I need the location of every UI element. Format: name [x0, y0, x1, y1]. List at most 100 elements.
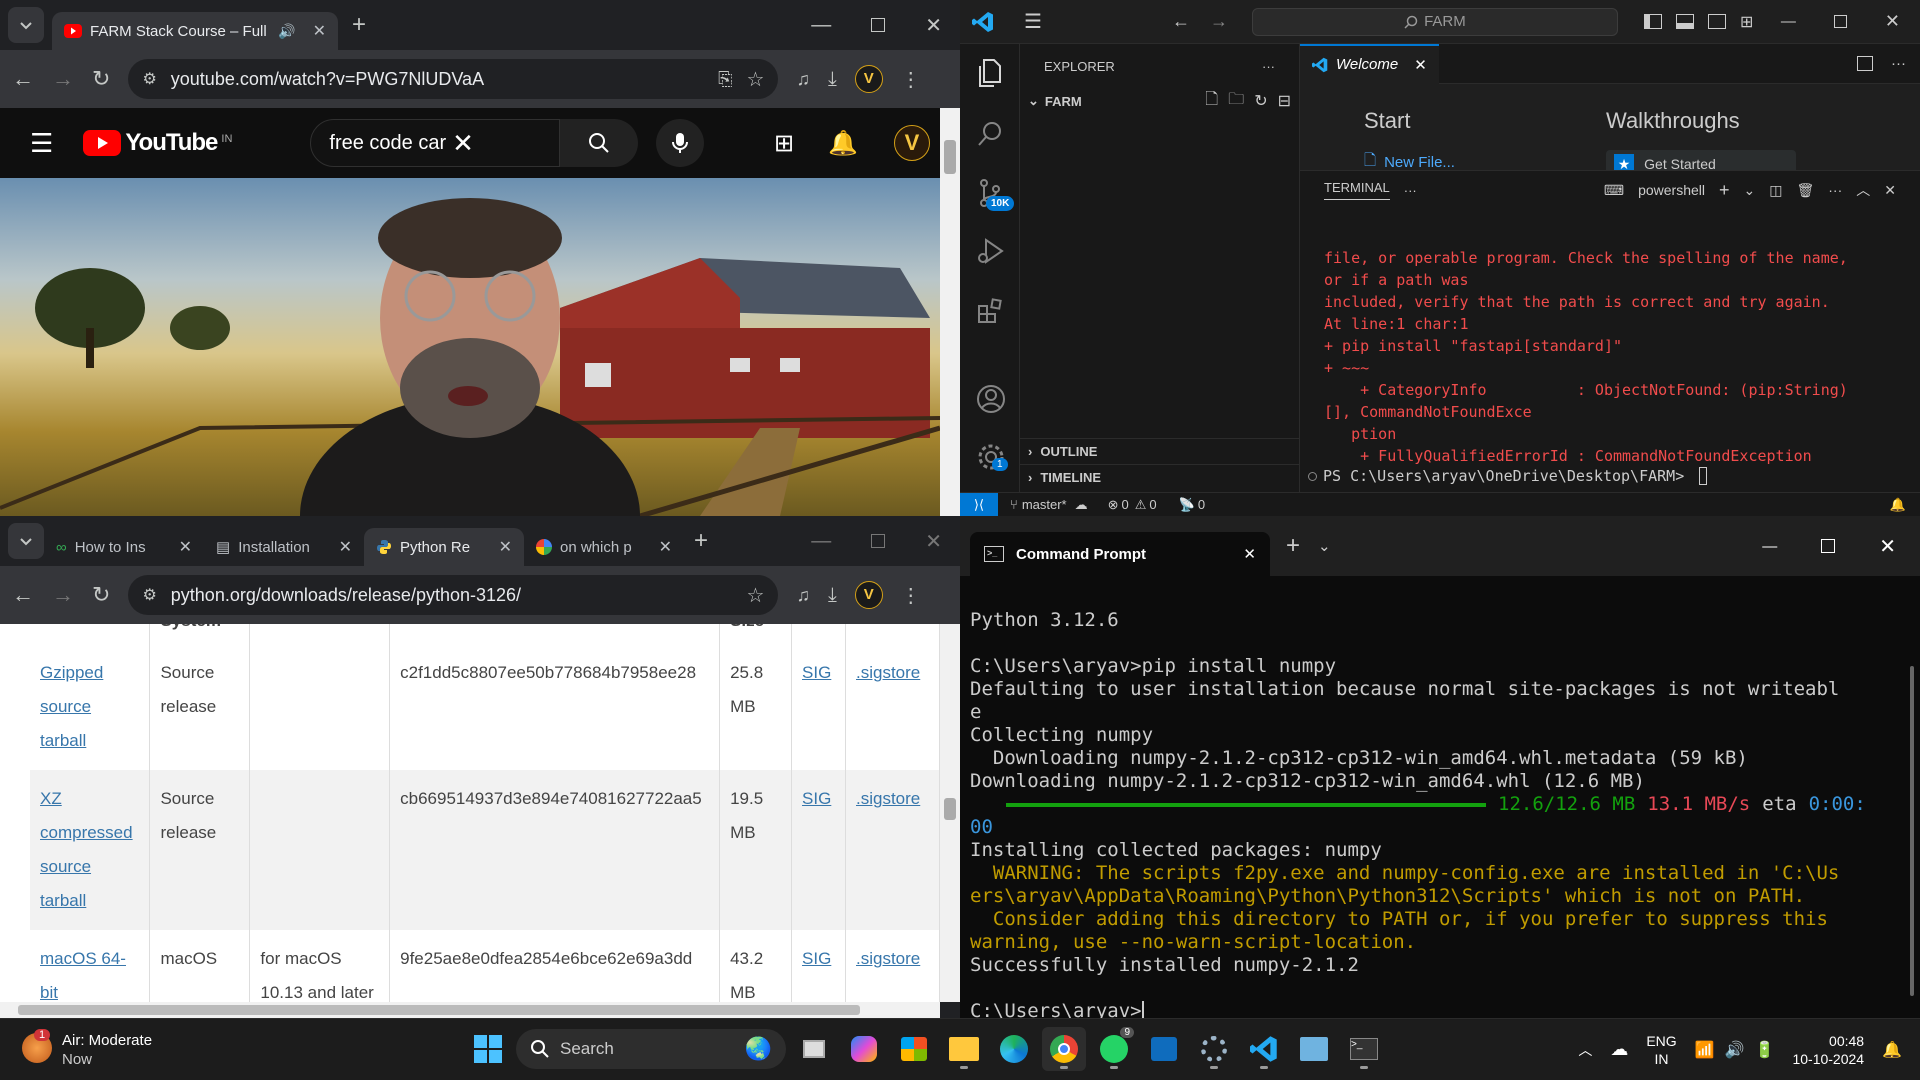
control-panel-icon[interactable] [1292, 1027, 1336, 1071]
nav-forward-icon[interactable]: → [1210, 11, 1228, 32]
youtube-search-input[interactable]: free code car [329, 132, 446, 155]
page-scrollbar[interactable] [940, 624, 960, 1002]
timeline-section[interactable]: › TIMELINE [1020, 464, 1299, 490]
hamburger-menu-icon[interactable]: ☰ [30, 128, 53, 159]
media-control-icon[interactable]: ♫ [796, 585, 810, 606]
source-control-icon[interactable]: 10K [976, 178, 1015, 211]
profile-avatar[interactable]: V [854, 581, 883, 609]
file-explorer-icon[interactable] [942, 1027, 986, 1071]
cmd-scrollbar[interactable] [1910, 666, 1914, 996]
chevron-down-icon[interactable]: ⌄ [1744, 182, 1756, 199]
show-hidden-icons[interactable]: ︿ [1578, 1040, 1592, 1060]
tab-google-search[interactable]: on which p ✕ [524, 528, 684, 566]
quick-settings[interactable]: 📶 🔊 🔋 [1695, 1040, 1775, 1060]
outline-section[interactable]: › OUTLINE [1020, 438, 1299, 464]
new-folder-icon[interactable]: 🗀 [1228, 88, 1244, 115]
reload-icon[interactable]: ↻ [92, 66, 110, 92]
split-editor-icon[interactable] [1857, 56, 1873, 71]
walkthrough-card[interactable]: ★ Get Started [1606, 150, 1796, 170]
store-icon[interactable] [892, 1027, 936, 1071]
maximize-panel-icon[interactable]: ︿ [1856, 180, 1870, 200]
bookmark-star-icon[interactable]: ☆ [747, 583, 765, 608]
extensions-icon[interactable] [976, 296, 1006, 326]
speaker-icon[interactable]: 🔊 [278, 23, 295, 40]
forward-arrow-icon[interactable]: → [52, 66, 74, 92]
run-debug-icon[interactable] [976, 236, 1006, 266]
collapse-all-icon[interactable]: ⊟ [1278, 91, 1291, 111]
sync-icon[interactable]: ☁ [1075, 497, 1088, 513]
reload-icon[interactable]: ↻ [92, 582, 110, 608]
copilot-icon[interactable] [842, 1027, 886, 1071]
tab-search-button[interactable] [8, 7, 44, 43]
whatsapp-icon[interactable]: 9 [1092, 1027, 1136, 1071]
close-tab-icon[interactable]: ✕ [659, 537, 672, 557]
notifications-bell-icon[interactable]: 🔔 [828, 129, 858, 158]
onedrive-icon[interactable]: ☁ [1610, 1039, 1628, 1060]
close-window-button[interactable]: ✕ [925, 13, 942, 38]
tab-how-to-install[interactable]: ∞ How to Ins ✕ [44, 528, 204, 566]
menu-icon[interactable]: ☰ [1024, 9, 1042, 34]
sig-link[interactable]: SIG [802, 663, 831, 682]
command-center-search[interactable]: FARM [1251, 7, 1618, 36]
weather-widget[interactable]: 1 Air: Moderate Now [22, 1028, 152, 1069]
close-tab-icon[interactable]: ✕ [313, 21, 326, 41]
back-arrow-icon[interactable]: ← [12, 582, 34, 608]
notifications-bell-icon[interactable]: 🔔 [1890, 497, 1906, 513]
youtube-avatar[interactable]: V [894, 125, 930, 161]
clock[interactable]: 00:48 10-10-2024 [1792, 1032, 1864, 1068]
forward-arrow-icon[interactable]: → [52, 582, 74, 608]
sig-link[interactable]: SIG [802, 789, 831, 808]
trash-icon[interactable]: 🗑 [1796, 182, 1814, 199]
minimize-button[interactable]: — [811, 14, 831, 37]
chevron-down-icon[interactable]: ⌄ [1318, 537, 1331, 555]
minimize-button[interactable]: — [1781, 13, 1796, 30]
chrome-menu-icon[interactable]: ⋮ [901, 583, 921, 608]
customize-layout-icon[interactable]: ⊞ [1740, 12, 1753, 32]
file-link[interactable]: XZ compressed source tarball [40, 789, 133, 910]
chrome-icon[interactable] [1042, 1027, 1086, 1071]
new-tab-button[interactable]: + [694, 527, 708, 555]
maximize-button[interactable] [1833, 15, 1847, 28]
new-terminal-icon[interactable]: + [1719, 180, 1730, 201]
language-indicator[interactable]: ENG IN [1646, 1032, 1676, 1068]
terminal-more-icon[interactable]: ··· [1828, 182, 1842, 198]
nav-back-icon[interactable]: ← [1172, 11, 1190, 32]
toggle-panel-icon[interactable] [1675, 14, 1694, 29]
download-icon[interactable]: ⤓ [828, 68, 837, 91]
close-tab-icon[interactable]: ✕ [1414, 56, 1427, 74]
horizontal-scrollbar[interactable] [0, 1002, 940, 1018]
page-scrollbar[interactable] [940, 108, 960, 516]
close-window-button[interactable]: ✕ [925, 529, 942, 554]
terminal-taskbar-icon[interactable]: >_ [1342, 1027, 1386, 1071]
youtube-search-button[interactable] [560, 119, 639, 167]
settings-gear-icon[interactable] [1192, 1027, 1236, 1071]
toggle-sidebar-icon[interactable] [1643, 14, 1662, 29]
voice-search-button[interactable] [656, 119, 705, 167]
tab-installation[interactable]: ▤ Installation ✕ [204, 528, 364, 566]
create-video-icon[interactable]: ⊞ [774, 129, 794, 158]
task-view-icon[interactable] [792, 1027, 836, 1071]
address-bar[interactable]: ⚙ python.org/downloads/release/python-31… [128, 575, 779, 615]
close-window-button[interactable]: ✕ [1879, 534, 1896, 559]
tab-search-button[interactable] [8, 523, 44, 559]
youtube-logo[interactable]: YouTube IN [83, 129, 232, 157]
bookmark-star-icon[interactable]: ☆ [747, 67, 765, 92]
back-arrow-icon[interactable]: ← [12, 66, 34, 92]
address-bar[interactable]: ⚙ youtube.com/watch?v=PWG7NlUDVaA ⎘ ☆ [128, 59, 779, 99]
close-panel-icon[interactable]: ✕ [1884, 182, 1896, 199]
notification-bell-icon[interactable]: 🔔 [1882, 1040, 1902, 1060]
maximize-button[interactable] [871, 534, 886, 548]
edge-icon[interactable] [992, 1027, 1036, 1071]
profile-avatar[interactable]: V [854, 65, 883, 93]
new-tab-button[interactable]: + [1286, 532, 1300, 560]
tab-welcome[interactable]: Welcome ✕ [1300, 43, 1439, 84]
folder-header-farm[interactable]: ⌄ FARM 🗋 🗀 ↻ ⊟ [1020, 88, 1299, 114]
shell-label[interactable]: powershell [1638, 182, 1705, 198]
sigstore-link[interactable]: .sigstore [856, 663, 920, 682]
new-file-icon[interactable]: 🗋 [1205, 88, 1218, 115]
panel-more-icon[interactable]: ··· [1404, 183, 1417, 198]
sigstore-link[interactable]: .sigstore [856, 949, 920, 968]
close-window-button[interactable]: ✕ [1885, 11, 1900, 32]
taskbar-search[interactable]: Search 🌏 [516, 1029, 786, 1069]
terminal-tab[interactable]: TERMINAL [1324, 180, 1390, 200]
